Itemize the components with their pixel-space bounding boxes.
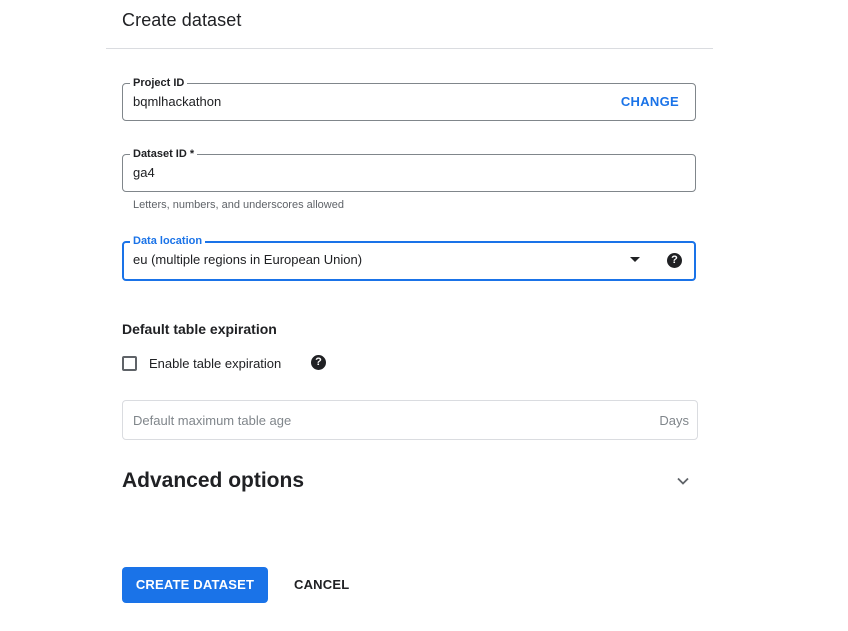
advanced-options-label: Advanced options [122,469,305,492]
max-table-age-input[interactable]: Default maximum table age Days [122,400,698,440]
title-divider [106,48,713,49]
help-icon[interactable]: ? [667,253,682,268]
create-dataset-panel: Create dataset Project ID bqmlhackathon … [0,0,848,631]
project-id-field: Project ID bqmlhackathon CHANGE [122,76,696,121]
change-project-button[interactable]: CHANGE [621,94,679,110]
data-location-value[interactable]: eu (multiple regions in European Union) [133,252,362,268]
data-location-label: Data location [130,234,206,248]
cancel-button[interactable]: CANCEL [284,567,359,603]
dataset-id-hint: Letters, numbers, and underscores allowe… [133,199,344,211]
project-id-value: bqmlhackathon [133,94,222,109]
enable-expiration-checkbox[interactable] [122,356,137,371]
advanced-options-toggle[interactable]: Advanced options [122,469,698,495]
project-id-label: Project ID [130,76,188,90]
days-suffix: Days [659,413,689,428]
data-location-select[interactable]: Data location eu (multiple regions in Eu… [122,234,696,281]
expiration-section-title: Default table expiration [122,321,277,337]
chevron-down-icon[interactable] [676,474,690,488]
create-dataset-button[interactable]: CREATE DATASET [122,567,268,603]
dataset-id-field[interactable]: Dataset ID * ga4 [122,147,696,192]
dataset-id-label: Dataset ID * [130,147,198,161]
help-icon[interactable]: ? [311,355,326,370]
dataset-id-input[interactable]: ga4 [133,165,155,181]
max-table-age-placeholder: Default maximum table age [133,413,292,428]
enable-expiration-label[interactable]: Enable table expiration [149,356,281,371]
dropdown-arrow-icon[interactable] [630,257,640,262]
page-title: Create dataset [122,10,242,30]
